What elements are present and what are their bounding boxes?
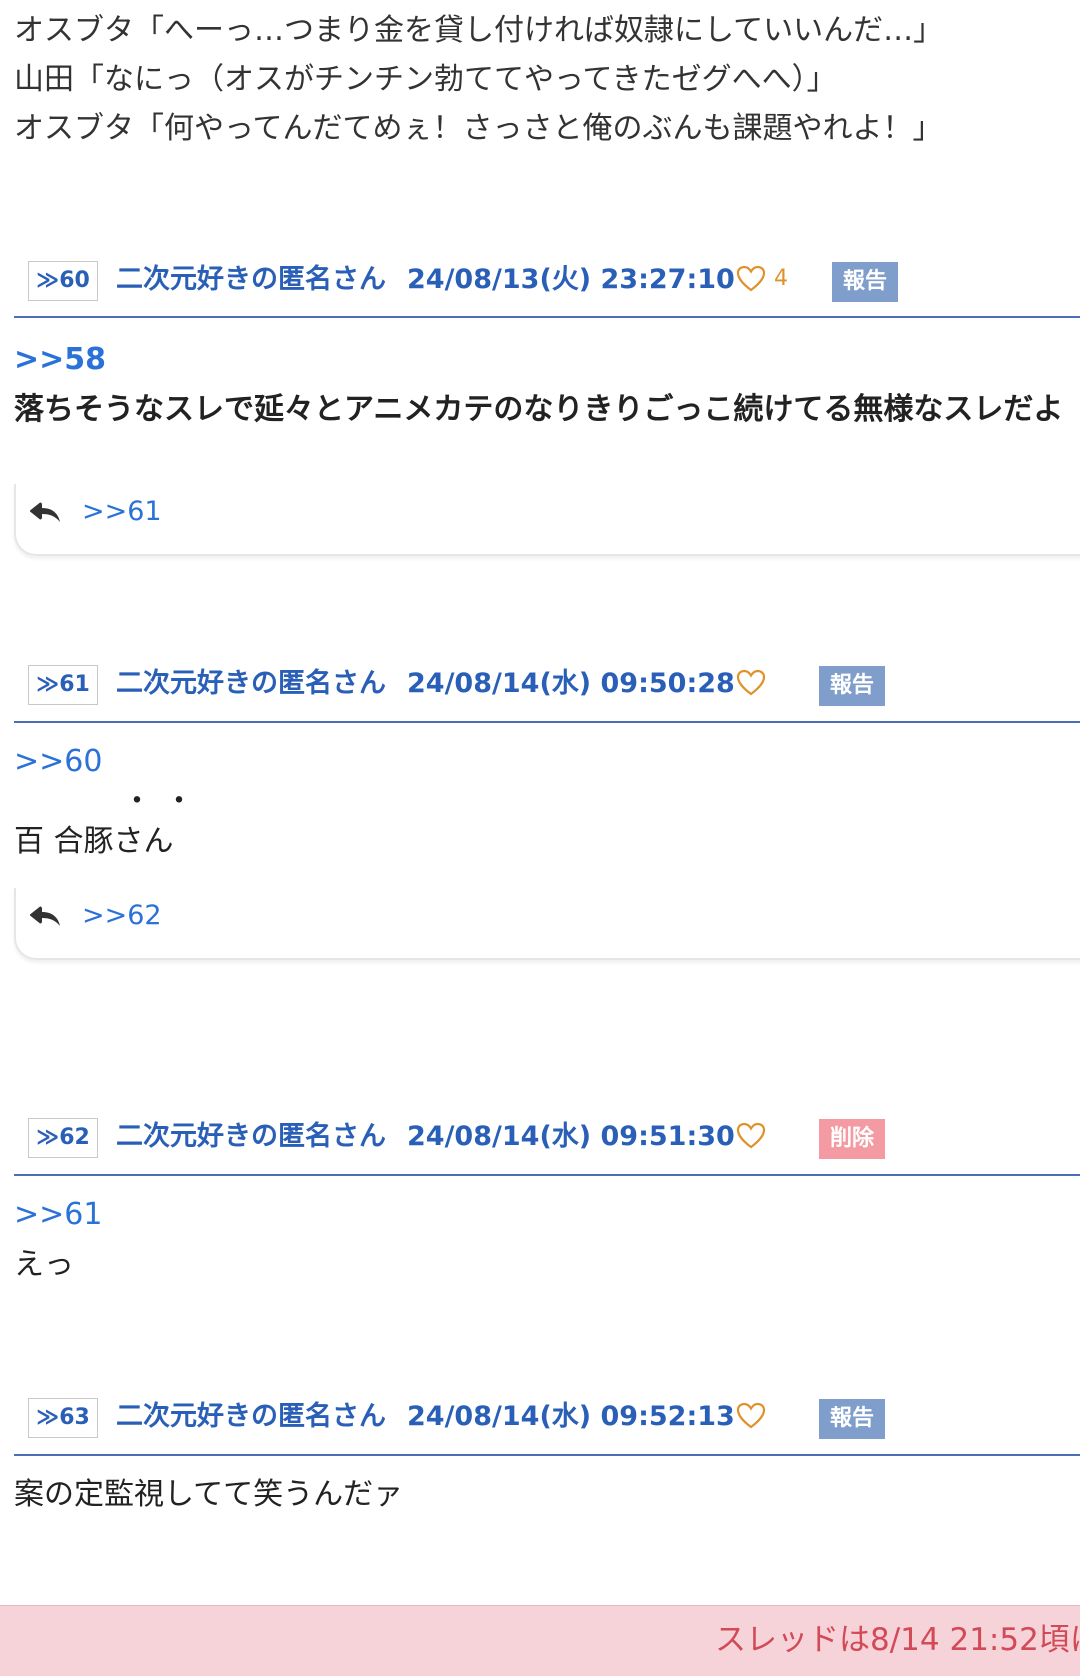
anchor-link[interactable]: >>60 [14,737,1080,787]
post-text: 落ちそうなスレで延々とアニメカテのなりきりごっこ続けてる無様なスレだよ [14,392,1064,427]
thread-expiry-bar: スレッドは8/14 21:52頃に [0,1605,1080,1676]
author-name: 二次元好きの匿名さん [116,1401,386,1432]
anchor-link[interactable]: >>61 [14,1190,1080,1240]
post-header: ≫63 二次元好きの匿名さん 24/08/14(水) 09:52:13 報告 [0,1390,1080,1446]
heart-icon [736,265,766,292]
delete-button[interactable]: 削除 [819,1119,885,1159]
previous-post-text: オスブタ「へーっ…つまり金を貸し付ければ奴隷にしていいんだ…」 山田「なにっ（オ… [14,6,1074,153]
post-number-link[interactable]: ≫62 [28,1118,98,1158]
post-text: 案の定監視してて笑うんだァ [14,1477,404,1512]
heart-icon [736,1122,766,1149]
reply-bar: >>61 [14,484,1080,556]
reply-link[interactable]: >>62 [82,898,162,934]
post-date: 24/08/13(火) 23:27:10 [407,264,735,295]
text-line: オスブタ「へーっ…つまり金を貸し付ければ奴隷にしていいんだ…」 [14,13,944,48]
reply-link[interactable]: >>61 [82,494,162,530]
post-61: ≫61 二次元好きの匿名さん 24/08/14(水) 09:50:28 報告 >… [0,657,1080,960]
post-date: 24/08/14(水) 09:52:13 [407,1401,735,1432]
post-header: ≫61 二次元好きの匿名さん 24/08/14(水) 09:50:28 報告 [0,657,1080,713]
post-body: >>61 えっ [14,1190,1080,1290]
text-line: 山田「なにっ（オスがチンチン勃ててやってきたゼグへへ）」 [14,62,837,97]
author-name: 二次元好きの匿名さん [116,264,386,295]
emphasis-dots: ・・ [122,784,206,819]
report-button[interactable]: 報告 [819,1399,885,1439]
like-count: 4 [774,266,788,291]
post-date: 24/08/14(水) 09:50:28 [407,668,735,699]
post-date: 24/08/14(水) 09:51:30 [407,1121,735,1152]
like-button[interactable] [736,1398,766,1434]
post-number-link[interactable]: ≫63 [28,1398,98,1438]
post-body: 案の定監視してて笑うんだァ [14,1470,1080,1520]
author-name: 二次元好きの匿名さん [116,1121,386,1152]
post-body: >>58 落ちそうなスレで延々とアニメカテのなりきりごっこ続けてる無様なスレだよ [14,335,1080,435]
post-60: ≫60 二次元好きの匿名さん 24/08/13(火) 23:27:10 4 報告… [0,253,1080,556]
post-body: >>60 ・・ 百 合豚さん [14,737,1080,867]
post-header: ≫60 二次元好きの匿名さん 24/08/13(火) 23:27:10 4 報告 [0,253,1080,309]
divider [14,1174,1080,1176]
post-text: えっ [14,1247,74,1282]
post-number-link[interactable]: ≫61 [28,665,98,705]
thread-expiry-text: スレッドは8/14 21:52頃に [715,1622,1080,1658]
anchor-link[interactable]: >>58 [14,335,1080,385]
author-name: 二次元好きの匿名さん [116,668,386,699]
like-button[interactable] [736,665,766,701]
post-text: 百 合豚さん [14,824,174,859]
report-button[interactable]: 報告 [819,666,885,706]
post-62: ≫62 二次元好きの匿名さん 24/08/14(水) 09:51:30 削除 >… [0,1110,1080,1282]
divider [14,721,1080,723]
report-button[interactable]: 報告 [832,262,898,302]
divider [14,1454,1080,1456]
like-button[interactable]: 4 [736,261,788,297]
reply-bar: >>62 [14,888,1080,960]
reply-arrow-icon[interactable] [30,500,62,524]
post-63: ≫63 二次元好きの匿名さん 24/08/14(水) 09:52:13 報告 案… [0,1390,1080,1512]
post-number-link[interactable]: ≫60 [28,261,98,301]
heart-icon [736,1402,766,1429]
divider [14,316,1080,318]
like-button[interactable] [736,1118,766,1154]
text-line: オスブタ「何やってんだてめぇ！さっさと俺のぶんも課題やれよ！」 [14,111,943,146]
heart-icon [736,669,766,696]
post-header: ≫62 二次元好きの匿名さん 24/08/14(水) 09:51:30 削除 [0,1110,1080,1166]
reply-arrow-icon[interactable] [30,904,62,928]
